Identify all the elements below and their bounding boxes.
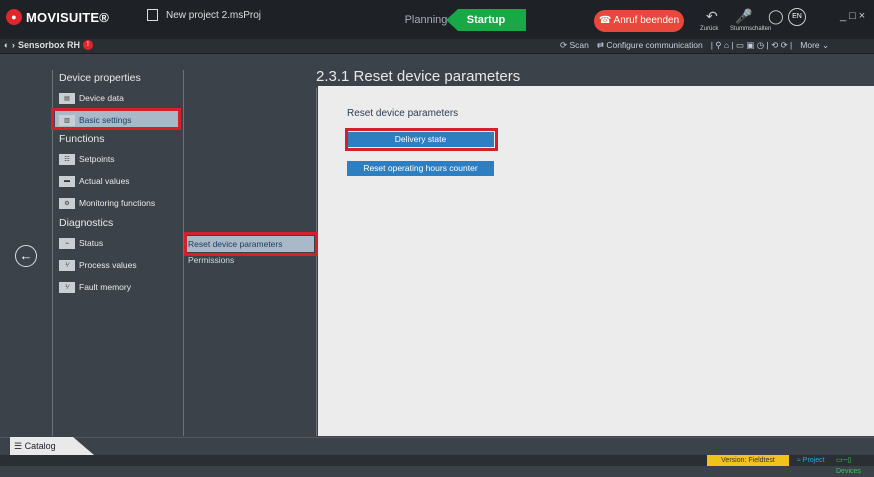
configure-label: Configure communication bbox=[606, 40, 703, 50]
device-data-icon: ▤ bbox=[59, 92, 75, 104]
nav-item-label: Fault memory bbox=[79, 282, 131, 292]
project-file-icon[interactable] bbox=[147, 9, 158, 21]
window-controls[interactable]: _□× bbox=[840, 10, 868, 22]
more-button[interactable]: More ⌄ bbox=[800, 40, 829, 51]
version-badge: Version: Fieldtest bbox=[707, 455, 789, 466]
nav-item-monitoring-functions[interactable]: ⚙ Monitoring functions bbox=[55, 194, 179, 212]
nav-item-label: Status bbox=[79, 238, 104, 248]
logo-mark-icon: ● bbox=[6, 9, 22, 25]
nav-item-status[interactable]: ⌁ Status bbox=[55, 234, 179, 252]
app-title: MOVISUITE® bbox=[26, 9, 110, 25]
process-values-icon: ⅟ bbox=[59, 259, 75, 271]
section-title: Reset device parameters bbox=[347, 108, 459, 119]
mute-label: Stummschalten bbox=[730, 26, 772, 32]
page-title: 2.3.1 Reset device parameters bbox=[316, 68, 521, 85]
toolbar-icons[interactable]: | ⚲ ⌂ | ▭ ▣ ◷ | ⟲ ⟳ | bbox=[711, 40, 793, 51]
nav-group-device-properties: Device properties bbox=[59, 72, 141, 84]
back-button[interactable]: ← bbox=[15, 245, 37, 267]
highlight-reset-device-parameters bbox=[184, 232, 318, 256]
breadcrumb[interactable]: ◐ › Sensorbox RH! bbox=[4, 40, 93, 50]
status-icon: ⌁ bbox=[59, 237, 75, 249]
catalog-label: Catalog bbox=[24, 441, 56, 451]
language-button[interactable]: EN bbox=[788, 8, 806, 26]
nav-item-label: Process values bbox=[79, 260, 137, 270]
breadcrumb-device[interactable]: Sensorbox RH bbox=[18, 40, 80, 50]
nav-item-label: Device data bbox=[79, 93, 124, 103]
back-label: Zurück bbox=[700, 26, 719, 32]
nav-item-label: Monitoring functions bbox=[79, 198, 156, 208]
end-call-label: Anruf beenden bbox=[613, 15, 680, 26]
project-name: New project 2.msProj bbox=[166, 10, 262, 21]
nav-item-process-values[interactable]: ⅟ Process values bbox=[55, 256, 179, 274]
nav-item-label: Actual values bbox=[79, 176, 130, 186]
fault-memory-icon: ⅟ bbox=[59, 281, 75, 293]
configure-communication-button[interactable]: ⇄ Configure communication bbox=[597, 40, 703, 51]
back-arrow-icon[interactable]: ↶ bbox=[706, 8, 718, 25]
help-icon[interactable]: ◯ bbox=[768, 8, 784, 25]
more-label: More bbox=[800, 40, 820, 50]
nav-item-actual-values[interactable]: ▬ Actual values bbox=[55, 172, 179, 190]
bottom-divider bbox=[0, 437, 874, 438]
devices-button[interactable]: ▭─▯ Devices bbox=[836, 455, 874, 477]
toolbar: ⟳ Scan ⇄ Configure communication | ⚲ ⌂ |… bbox=[560, 40, 829, 51]
devices-label: Devices bbox=[836, 468, 861, 475]
project-button[interactable]: ≈ Project bbox=[797, 455, 825, 466]
project-label: Project bbox=[802, 457, 825, 464]
nav-item-device-data[interactable]: ▤ Device data bbox=[55, 89, 179, 107]
nav-group-diagnostics: Diagnostics bbox=[59, 217, 114, 229]
nav-group-functions: Functions bbox=[59, 133, 105, 145]
monitoring-icon: ⚙ bbox=[59, 197, 75, 209]
app-logo: ● MOVISUITE® bbox=[6, 8, 109, 26]
highlight-basic-settings bbox=[51, 108, 181, 130]
highlight-delivery-state bbox=[345, 128, 498, 151]
setpoints-icon: ☷ bbox=[59, 153, 75, 165]
error-status-icon: ! bbox=[82, 40, 93, 50]
scan-label: Scan bbox=[569, 40, 589, 50]
subnav-item-permissions[interactable]: Permissions bbox=[188, 255, 234, 265]
nav-item-setpoints[interactable]: ☷ Setpoints bbox=[55, 150, 179, 168]
reset-operating-hours-button[interactable]: Reset operating hours counter bbox=[347, 161, 494, 176]
scan-button[interactable]: ⟳ Scan bbox=[560, 40, 589, 51]
actual-values-icon: ▬ bbox=[59, 175, 75, 187]
end-call-button[interactable]: ☎ Anruf beenden bbox=[594, 10, 684, 32]
mute-icon[interactable]: 🎤 bbox=[735, 8, 752, 25]
device-icon: ◐ › bbox=[4, 40, 15, 50]
tab-startup[interactable]: Startup bbox=[446, 9, 526, 31]
nav-item-fault-memory[interactable]: ⅟ Fault memory bbox=[55, 278, 179, 296]
nav-item-label: Setpoints bbox=[79, 154, 115, 164]
catalog-tab[interactable]: ☰ Catalog bbox=[10, 437, 94, 455]
